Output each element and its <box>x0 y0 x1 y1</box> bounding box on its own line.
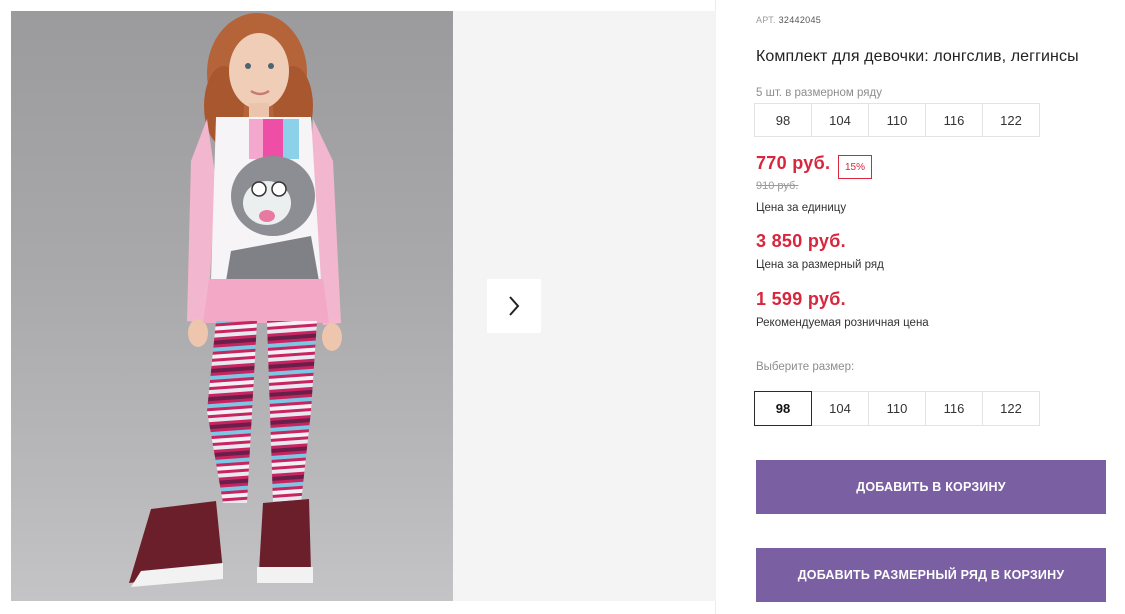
size-option-104[interactable]: 104 <box>811 391 869 426</box>
size-selector: 98 104 110 116 122 <box>754 391 1040 426</box>
pack-size-item: 116 <box>925 103 983 137</box>
article-value: 32442045 <box>778 15 822 25</box>
product-photo-illustration <box>129 13 342 587</box>
pack-size-item: 104 <box>811 103 869 137</box>
pack-quantity-note: 5 шт. в размерном ряду <box>756 87 882 99</box>
pack-size-item: 98 <box>754 103 812 137</box>
size-option-116[interactable]: 116 <box>925 391 983 426</box>
pack-price-caption: Цена за размерный ряд <box>756 259 884 271</box>
product-photo <box>11 11 453 601</box>
add-pack-to-cart-button[interactable]: ДОБАВИТЬ РАЗМЕРНЫЙ РЯД В КОРЗИНУ <box>756 548 1106 602</box>
size-option-110[interactable]: 110 <box>868 391 926 426</box>
product-details: АРТ. 32442045 Комплект для девочки: лонг… <box>716 0 1125 614</box>
article-label: АРТ. <box>756 15 776 25</box>
pack-size-item: 110 <box>868 103 926 137</box>
pack-price: 3 850 руб. <box>756 231 846 251</box>
add-to-cart-button[interactable]: ДОБАВИТЬ В КОРЗИНУ <box>756 460 1106 514</box>
size-select-label: Выберите размер: <box>756 361 855 373</box>
pack-size-list: 98 104 110 116 122 <box>754 103 1040 137</box>
retail-price: 1 599 руб. <box>756 289 846 309</box>
unit-price: 770 руб. <box>756 153 831 173</box>
product-title: Комплект для девочки: лонгслив, леггинсы <box>756 48 1079 65</box>
discount-badge: 15% <box>838 155 872 179</box>
article-number: АРТ. 32442045 <box>756 15 821 25</box>
chevron-right-icon <box>509 296 520 316</box>
unit-price-caption: Цена за единицу <box>756 202 847 214</box>
old-price: 910 руб. <box>756 180 799 192</box>
size-option-98[interactable]: 98 <box>754 391 812 426</box>
product-gallery <box>0 0 716 614</box>
size-option-122[interactable]: 122 <box>982 391 1040 426</box>
next-image-button[interactable] <box>487 279 541 333</box>
retail-price-caption: Рекомендуемая розничная цена <box>756 317 929 329</box>
pack-size-item: 122 <box>982 103 1040 137</box>
